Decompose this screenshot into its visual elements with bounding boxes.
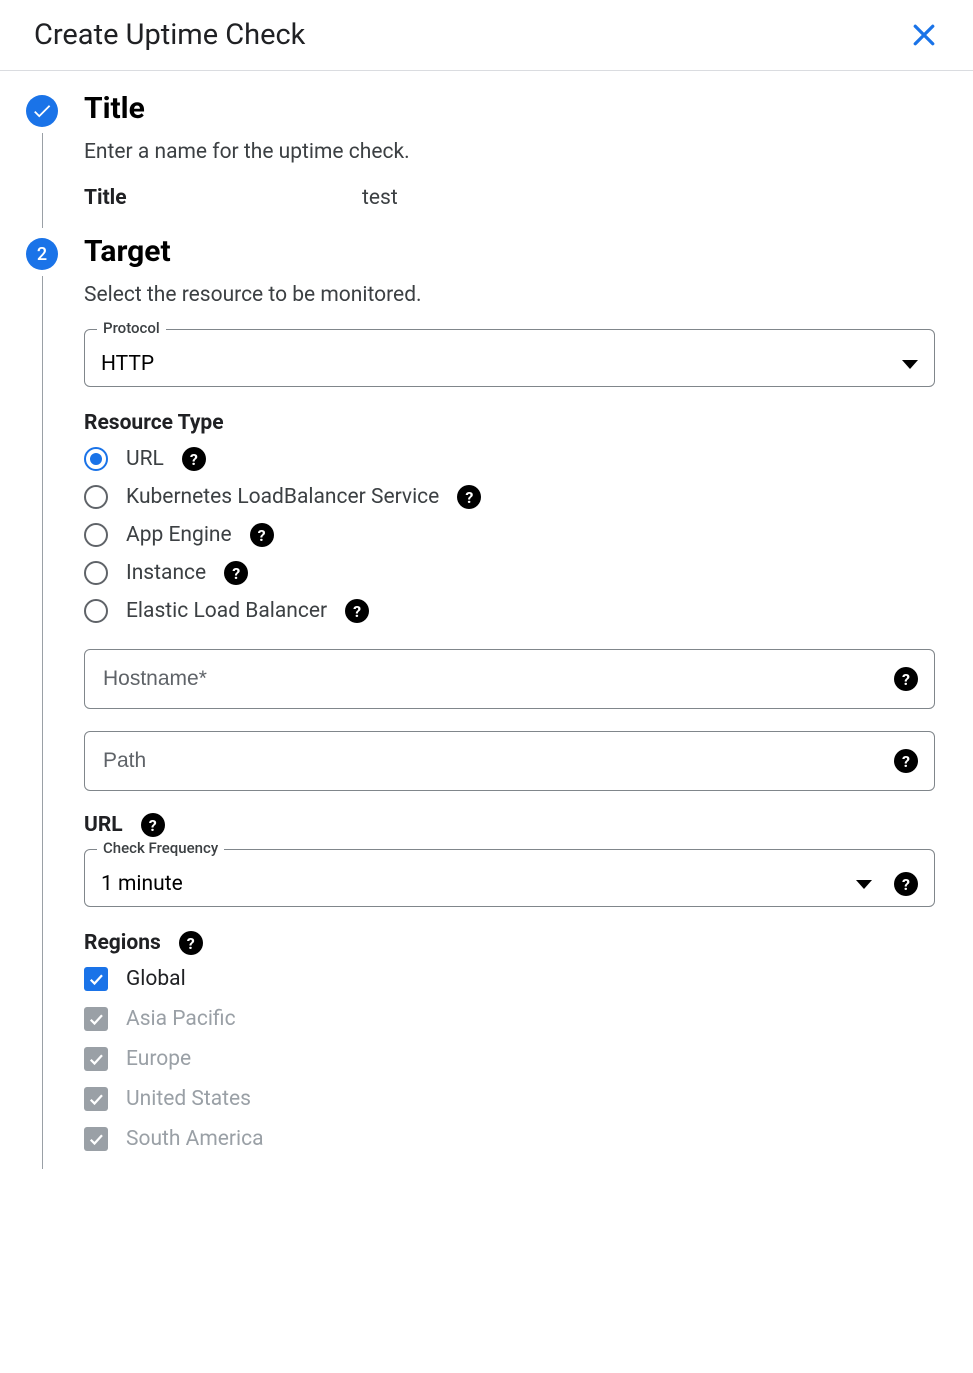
resource-type-group: URL ? Kubernetes LoadBalancer Service ? …: [84, 447, 935, 623]
radio-label: Kubernetes LoadBalancer Service: [126, 485, 439, 509]
radio-label: App Engine: [126, 523, 232, 547]
resource-type-option[interactable]: Kubernetes LoadBalancer Service ?: [84, 485, 935, 509]
radio-button[interactable]: [84, 485, 108, 509]
step-target: 2 Target Select the resource to be monit…: [22, 234, 935, 1175]
regions-label: Regions ?: [84, 931, 935, 955]
help-icon[interactable]: ?: [224, 561, 248, 585]
help-icon[interactable]: ?: [179, 931, 203, 955]
resource-type-option[interactable]: App Engine ?: [84, 523, 935, 547]
path-field[interactable]: ?: [84, 731, 935, 791]
checkbox-disabled: [84, 1007, 108, 1031]
resource-type-option[interactable]: URL ?: [84, 447, 935, 471]
panel-header: Create Uptime Check: [0, 0, 973, 71]
region-option: Asia Pacific: [84, 1007, 935, 1031]
help-icon[interactable]: ?: [141, 813, 165, 837]
url-label: URL ?: [84, 813, 935, 837]
step-number-badge: 2: [26, 238, 58, 270]
protocol-value: HTTP: [101, 352, 902, 376]
step-heading-title: Title: [84, 91, 935, 126]
checkbox-label: South America: [126, 1127, 264, 1151]
step-description: Select the resource to be monitored.: [84, 283, 935, 307]
check-icon: [87, 1010, 105, 1028]
check-icon: [87, 970, 105, 988]
resource-type-label: Resource Type: [84, 411, 935, 435]
path-input[interactable]: [101, 748, 894, 774]
help-icon[interactable]: ?: [345, 599, 369, 623]
step-description: Enter a name for the uptime check.: [84, 140, 935, 164]
radio-label: Elastic Load Balancer: [126, 599, 327, 623]
help-icon[interactable]: ?: [182, 447, 206, 471]
regions-label-text: Regions: [84, 931, 161, 955]
step-heading-target: Target: [84, 234, 935, 269]
title-field-value: test: [362, 186, 398, 210]
protocol-legend: Protocol: [97, 319, 166, 337]
check-frequency-legend: Check Frequency: [97, 839, 224, 857]
panel-title: Create Uptime Check: [34, 18, 305, 52]
checkbox-label: Asia Pacific: [126, 1007, 236, 1031]
url-label-text: URL: [84, 813, 123, 837]
check-frequency-select[interactable]: Check Frequency 1 minute ?: [84, 849, 935, 907]
checkbox-label: United States: [126, 1087, 251, 1111]
step-complete-icon: [26, 95, 58, 127]
radio-button[interactable]: [84, 599, 108, 623]
region-option: South America: [84, 1127, 935, 1151]
checkbox-checked[interactable]: [84, 967, 108, 991]
step-connector: [42, 276, 43, 1169]
region-option: Europe: [84, 1047, 935, 1071]
checkbox-disabled: [84, 1127, 108, 1151]
help-icon[interactable]: ?: [894, 749, 918, 773]
help-icon[interactable]: ?: [457, 485, 481, 509]
region-option: United States: [84, 1087, 935, 1111]
hostname-input[interactable]: [101, 666, 894, 692]
check-icon: [87, 1130, 105, 1148]
radio-label: URL: [126, 447, 164, 471]
radio-label: Instance: [126, 561, 206, 585]
help-icon[interactable]: ?: [894, 872, 918, 896]
caret-down-icon: [856, 880, 872, 889]
close-button[interactable]: [909, 20, 939, 50]
resource-type-option[interactable]: Instance ?: [84, 561, 935, 585]
step-title: Title Enter a name for the uptime check.…: [22, 91, 935, 234]
help-icon[interactable]: ?: [250, 523, 274, 547]
caret-down-icon: [902, 360, 918, 369]
check-icon: [87, 1050, 105, 1068]
checkbox-disabled: [84, 1047, 108, 1071]
region-option[interactable]: Global: [84, 967, 935, 991]
step-connector: [42, 133, 43, 228]
hostname-field[interactable]: ?: [84, 649, 935, 709]
help-icon[interactable]: ?: [894, 667, 918, 691]
radio-button[interactable]: [84, 523, 108, 547]
title-field-label: Title: [84, 186, 362, 210]
check-icon: [87, 1090, 105, 1108]
resource-type-option[interactable]: Elastic Load Balancer ?: [84, 599, 935, 623]
radio-button[interactable]: [84, 561, 108, 585]
checkbox-label: Global: [126, 967, 186, 991]
checkbox-label: Europe: [126, 1047, 191, 1071]
regions-group: Global Asia Pacific Europe: [84, 967, 935, 1151]
close-icon: [909, 20, 939, 50]
check-frequency-value: 1 minute: [101, 872, 856, 896]
protocol-select[interactable]: Protocol HTTP: [84, 329, 935, 387]
checkbox-disabled: [84, 1087, 108, 1111]
radio-button[interactable]: [84, 447, 108, 471]
